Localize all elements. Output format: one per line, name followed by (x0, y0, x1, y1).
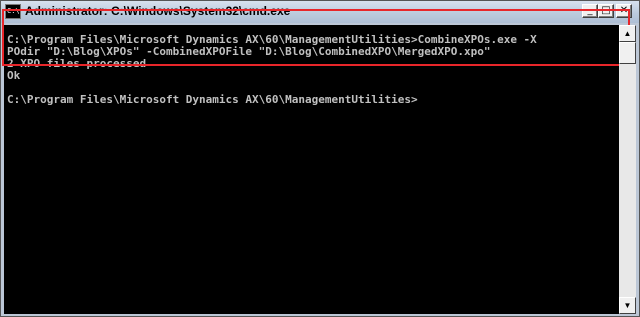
console-line-result: 2 XPO files processed (7, 57, 147, 70)
console-prompt[interactable]: C:\Program Files\Microsoft Dynamics AX\6… (7, 94, 418, 106)
window-title: Administrator: C:\Windows\System32\cmd.e… (25, 4, 291, 18)
title-bar[interactable]: C:\ Administrator: C:\Windows\System32\c… (1, 1, 639, 23)
console-output[interactable]: C:\Program Files\Microsoft Dynamics AX\6… (4, 25, 619, 314)
scroll-up-icon[interactable]: ▲ (619, 25, 636, 42)
scrollbar-thumb[interactable] (619, 42, 636, 64)
cmd-app-icon[interactable]: C:\ (5, 4, 21, 19)
minimize-button[interactable]: _ (582, 4, 598, 18)
console-line-status: Ok (7, 69, 21, 82)
close-button[interactable]: ✕ (616, 4, 632, 18)
cmd-window: C:\ Administrator: C:\Windows\System32\c… (0, 0, 640, 317)
vertical-scrollbar[interactable]: ▲ ▼ (619, 25, 636, 314)
maximize-button[interactable]: □ (598, 4, 614, 18)
scroll-down-icon[interactable]: ▼ (619, 297, 636, 314)
